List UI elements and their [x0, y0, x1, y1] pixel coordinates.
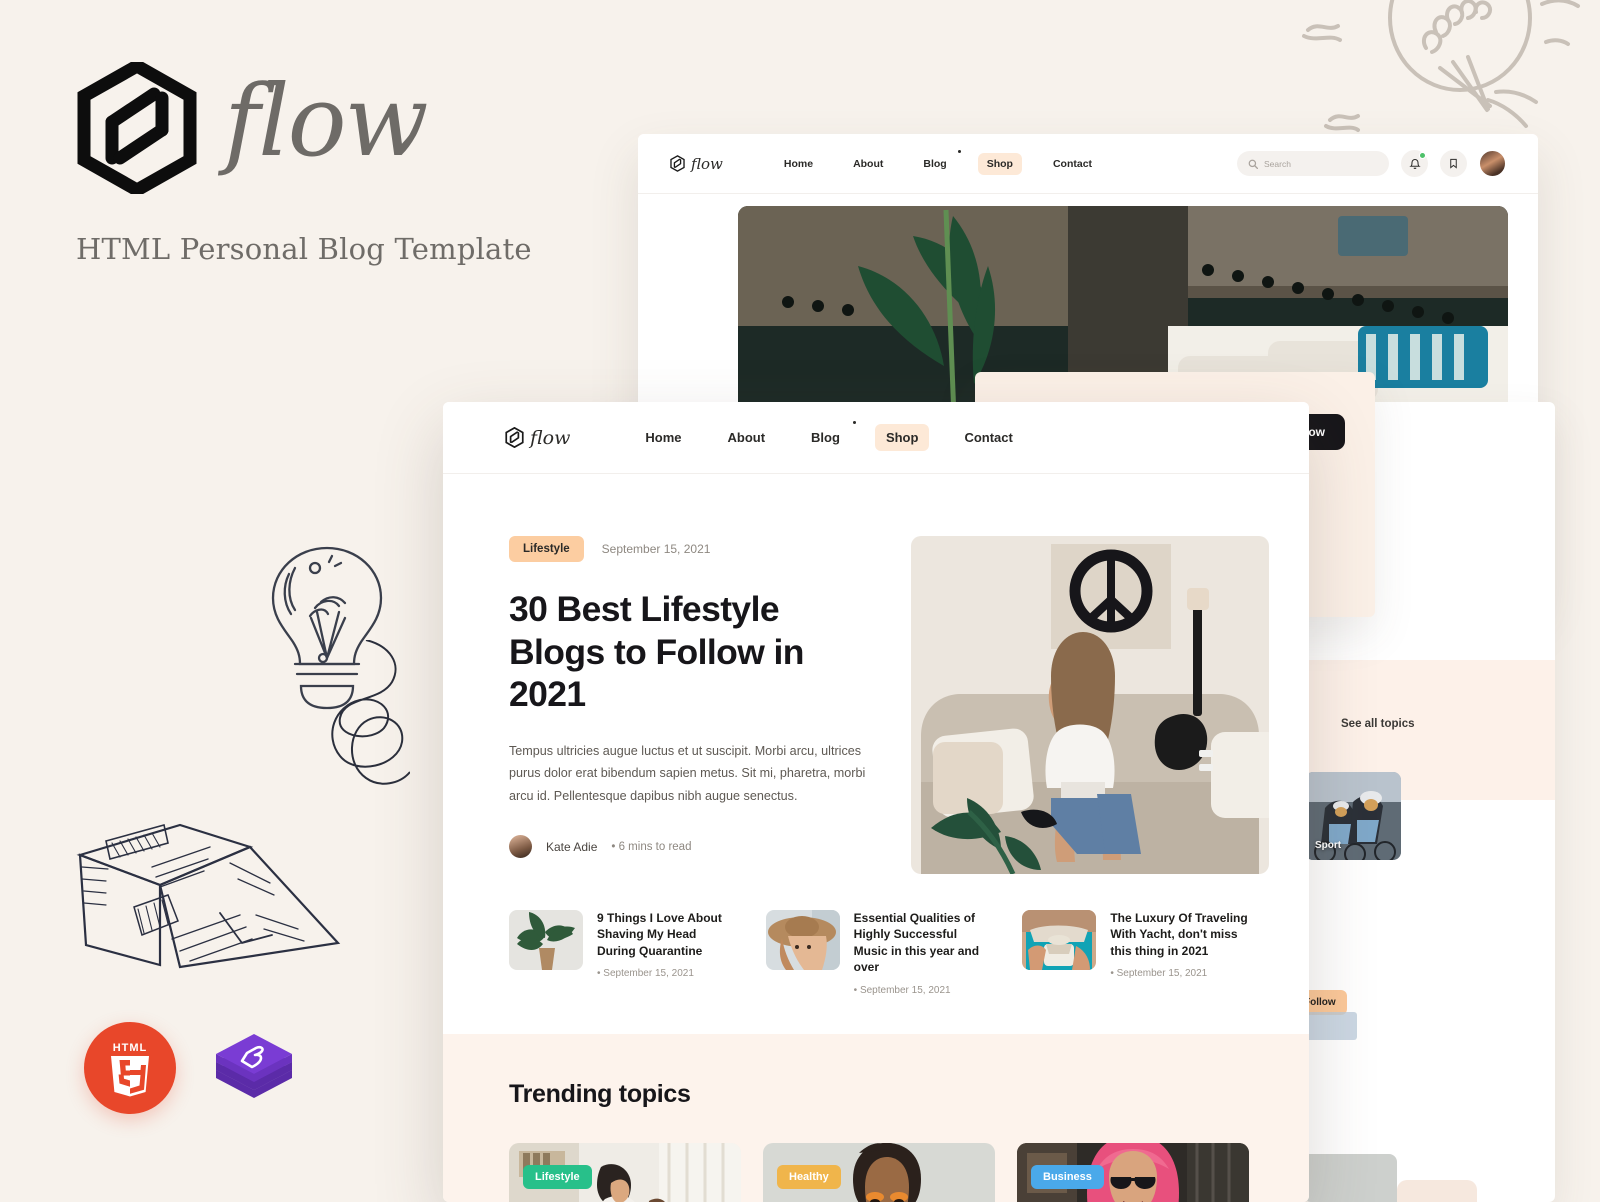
featured-meta: Lifestyle September 15, 2021 — [509, 536, 881, 562]
author-name[interactable]: Kate Adie — [546, 840, 597, 854]
featured-image[interactable] — [911, 536, 1269, 874]
brand-wordmark: flow — [224, 65, 428, 179]
author-row: Kate Adie • 6 mins to read — [509, 835, 881, 858]
trending-topics-section: Trending topics Lifestyle Healthy Busine… — [443, 1033, 1309, 1202]
blog-dot-indicator — [957, 149, 961, 153]
post-date: • September 15, 2021 — [597, 968, 694, 980]
trending-card[interactable]: Lifestyle — [509, 1142, 741, 1202]
featured-excerpt: Tempus ultricies augue luctus et ut susc… — [509, 743, 866, 803]
brand-tagline: HTML Personal Blog Template — [76, 232, 532, 266]
navbar-logo-text: flow — [691, 154, 723, 173]
post-title: Essential Qualities of Highly Successful… — [853, 911, 980, 975]
tech-badges: HTML — [84, 1022, 300, 1114]
read-time: • 6 mins to read — [611, 840, 692, 853]
yacht-drink-photo — [1022, 910, 1097, 970]
post-thumbnail — [1022, 910, 1097, 970]
nav-link-blog[interactable]: Blog — [800, 421, 856, 451]
trending-heading: Trending topics — [509, 1079, 691, 1108]
bookmark-icon — [1450, 158, 1457, 169]
brand-block: flow HTML Personal Blog Template — [76, 62, 532, 266]
bootstrap-badge — [208, 1022, 300, 1114]
topic-card-sport[interactable]: Sport — [1305, 772, 1401, 860]
bookmarks-button[interactable] — [1440, 150, 1467, 177]
search-icon — [1248, 159, 1258, 169]
svg-text:HTML: HTML — [113, 1042, 148, 1054]
html5-badge: HTML — [84, 1022, 176, 1114]
search-input[interactable]: Search — [1237, 151, 1389, 176]
post-text: Essential Qualities of Highly Successful… — [854, 910, 993, 996]
bootstrap-stack-icon — [216, 1034, 292, 1098]
right-placeholder-block-3 — [1397, 1180, 1477, 1202]
squiggle-icon — [331, 640, 410, 785]
right-placeholder-block-2 — [1305, 1154, 1397, 1202]
hexagon-flow-logo-icon — [505, 427, 524, 448]
woman-guitar-couch-photo — [911, 536, 1269, 874]
nav-link-contact[interactable]: Contact — [953, 424, 1023, 451]
navbar-logo-text: flow — [530, 426, 571, 449]
nav-link-shop[interactable]: Shop — [874, 424, 930, 451]
featured-title[interactable]: 30 Best Lifestyle Blogs to Follow in 202… — [509, 588, 881, 716]
blog-dot-indicator — [852, 421, 856, 424]
lightbulb-sketch-left-icon — [271, 546, 383, 710]
nav-link-contact[interactable]: Contact — [1044, 153, 1101, 175]
trending-card[interactable]: Business — [1017, 1142, 1249, 1202]
post-thumbnail — [509, 910, 583, 970]
bell-icon — [1408, 158, 1421, 169]
mockup-main-page: flow Home About Blog Shop Contact Lifest… — [443, 402, 1309, 1202]
nav-link-home[interactable]: Home — [634, 424, 692, 451]
nav-link-home[interactable]: Home — [775, 153, 822, 175]
navbar-logo[interactable]: flow — [670, 155, 723, 173]
promo-stage: flow HTML Personal Blog Template HTML fl… — [0, 0, 1600, 1202]
post-text: The Luxury Of Traveling With Yacht, don'… — [1110, 910, 1249, 996]
category-badge[interactable]: Lifestyle — [509, 536, 584, 562]
top-nav-actions: Search — [1237, 150, 1506, 177]
related-posts-row: 9 Things I Love About Shaving My Head Du… — [443, 874, 1309, 996]
top-navbar: flow Home About Blog Shop Contact Search — [638, 134, 1538, 194]
post-date: • September 15, 2021 — [853, 984, 951, 996]
nav-link-blog[interactable]: Blog — [914, 149, 961, 175]
main-nav-links: Home About Blog Shop Contact — [634, 421, 1023, 451]
avatar[interactable] — [1479, 150, 1506, 177]
post-date: • September 15, 2021 — [1110, 968, 1208, 980]
topic-card-label: Sport — [1315, 840, 1342, 851]
html5-shield-icon: HTML — [111, 1042, 149, 1097]
navbar-logo[interactable]: flow — [505, 427, 570, 449]
post-text: 9 Things I Love About Shaving My Head Du… — [597, 910, 736, 996]
list-item[interactable]: The Luxury Of Traveling With Yacht, don'… — [1022, 910, 1249, 996]
hexagon-flow-logo-icon — [77, 62, 197, 194]
trending-card-tag: Lifestyle — [523, 1164, 592, 1189]
hexagon-flow-logo-icon — [670, 155, 685, 172]
trending-card-tag: Healthy — [777, 1164, 841, 1189]
list-item[interactable]: Essential Qualities of Highly Successful… — [765, 910, 993, 996]
post-thumbnail — [765, 910, 840, 970]
nav-link-about[interactable]: About — [844, 153, 892, 175]
post-title: The Luxury Of Traveling With Yacht, don'… — [1110, 911, 1248, 958]
publish-date: September 15, 2021 — [601, 542, 711, 556]
notifications-button[interactable] — [1401, 150, 1428, 177]
woman-hat-photo — [765, 910, 840, 970]
notification-badge — [1419, 152, 1426, 159]
nav-link-about[interactable]: About — [717, 424, 777, 451]
main-navbar: flow Home About Blog Shop Contact — [443, 402, 1309, 474]
list-item[interactable]: 9 Things I Love About Shaving My Head Du… — [509, 910, 736, 996]
author-avatar — [509, 835, 532, 858]
trending-card[interactable]: Healthy — [763, 1142, 995, 1202]
top-nav-links: Home About Blog Shop Contact — [775, 149, 1101, 175]
trending-cards-row: Lifestyle Healthy Business — [509, 1142, 1249, 1202]
see-all-topics-link[interactable]: See all topics — [1341, 718, 1415, 730]
plant-photo — [509, 910, 583, 970]
featured-article: Lifestyle September 15, 2021 30 Best Lif… — [443, 474, 1309, 874]
documents-sketch-icon — [76, 823, 341, 969]
search-placeholder: Search — [1264, 158, 1291, 169]
featured-article-text: Lifestyle September 15, 2021 30 Best Lif… — [509, 536, 881, 874]
post-title: 9 Things I Love About Shaving My Head Du… — [597, 911, 722, 958]
nav-link-shop[interactable]: Shop — [977, 152, 1022, 175]
right-placeholder-block-1 — [1305, 1012, 1357, 1040]
trending-card-tag: Business — [1031, 1164, 1104, 1189]
